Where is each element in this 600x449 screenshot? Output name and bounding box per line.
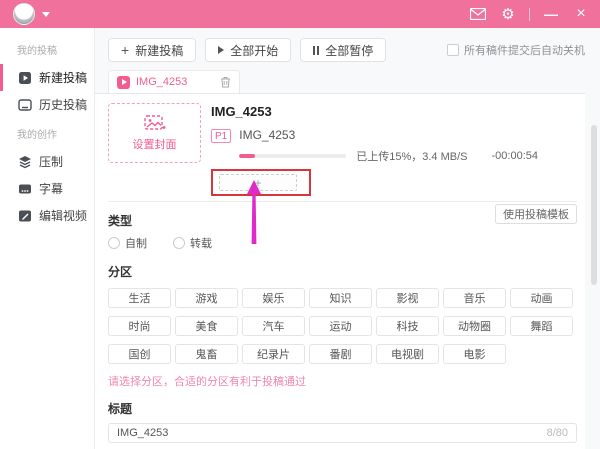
gear-icon[interactable]: ⚙ — [499, 5, 517, 23]
category-button[interactable]: 影视 — [376, 288, 439, 308]
mail-icon[interactable] — [469, 5, 487, 23]
auto-shutdown-option: 所有稿件提交后自动关机 — [447, 42, 585, 58]
plus-icon: + — [121, 42, 130, 58]
avatar-dropdown-caret-icon[interactable] — [42, 11, 50, 17]
category-button[interactable]: 音乐 — [443, 288, 506, 308]
button-label: 全部暂停 — [325, 43, 374, 58]
radio-label: 转载 — [190, 238, 212, 250]
category-button[interactable]: 美食 — [175, 316, 238, 336]
sidebar-item-label: 字幕 — [39, 182, 64, 196]
sidebar-item-label: 新建投稿 — [39, 71, 88, 85]
upload-section: 设置封面 IMG_4253 P1 IMG_4253 已上传15%，3.4 MB/… — [108, 103, 577, 196]
sidebar: 我的投稿 新建投稿 历史投稿 我的创作 压制 字幕 编辑视频 — [0, 28, 95, 449]
sidebar-section-my-submissions: 我的投稿 — [17, 46, 57, 57]
sidebar-item-edit-video[interactable]: 编辑视频 — [0, 202, 94, 229]
part-name: IMG_4253 — [239, 128, 296, 142]
category-button[interactable]: 运动 — [309, 316, 372, 336]
history-icon — [18, 98, 32, 111]
new-submission-icon — [19, 71, 31, 84]
set-cover-button[interactable]: 设置封面 — [108, 103, 201, 163]
auto-shutdown-checkbox[interactable] — [447, 44, 459, 56]
sidebar-item-compress[interactable]: 压制 — [0, 148, 94, 175]
titlebar-divider — [529, 7, 530, 21]
type-radio-option[interactable]: 自制 — [108, 235, 147, 251]
use-template-button[interactable]: 使用投稿模板 — [495, 204, 577, 224]
category-button[interactable]: 电视剧 — [376, 344, 439, 364]
category-button[interactable]: 纪录片 — [242, 344, 305, 364]
time-remaining: -00:00:54 — [491, 150, 538, 162]
part-badge: P1 — [211, 129, 232, 143]
tab-bar: IMG_4253 — [108, 70, 585, 93]
close-button[interactable]: × — [572, 5, 590, 23]
category-button[interactable]: 生活 — [108, 288, 171, 308]
category-button[interactable]: 汽车 — [242, 316, 305, 336]
title-char-counter: 8/80 — [546, 427, 568, 439]
cover-image-icon — [143, 114, 165, 130]
category-button[interactable]: 动物圈 — [443, 316, 506, 336]
edit-video-icon — [19, 210, 31, 221]
play-icon — [218, 46, 225, 54]
upload-speed-text: 已上传15%，3.4 MB/S — [356, 151, 468, 163]
pause-icon — [313, 45, 320, 55]
category-button[interactable]: 国创 — [108, 344, 171, 364]
radio-icon[interactable] — [108, 237, 120, 249]
tab-img-4253[interactable]: IMG_4253 — [108, 70, 240, 93]
type-radio-option[interactable]: 转载 — [173, 235, 212, 251]
pause-all-button[interactable]: 全部暂停 — [300, 38, 387, 62]
annotation-arrow-icon — [247, 180, 261, 244]
upload-progress-fill — [239, 154, 256, 158]
minimize-button[interactable]: — — [542, 5, 560, 23]
sidebar-section-my-creation: 我的创作 — [17, 130, 57, 141]
sidebar-item-new-submission[interactable]: 新建投稿 — [0, 64, 94, 91]
category-button[interactable]: 娱乐 — [242, 288, 305, 308]
set-cover-label: 设置封面 — [132, 138, 177, 151]
category-hint: 请选择分区，合适的分区有利于投稿通过 — [108, 376, 306, 388]
radio-icon[interactable] — [173, 237, 185, 249]
main-panel: + 新建投稿 全部开始 全部暂停 所有稿件提交后自动关机 IMG_4253 设置… — [95, 28, 600, 449]
button-label: 新建投稿 — [135, 43, 184, 58]
submission-form: 设置封面 IMG_4253 P1 IMG_4253 已上传15%，3.4 MB/… — [95, 93, 585, 449]
titlebar: ⚙ — × — [0, 0, 600, 28]
category-button[interactable]: 科技 — [376, 316, 439, 336]
title-input-wrapper: 8/80 — [108, 423, 577, 443]
sidebar-item-label: 压制 — [39, 155, 64, 169]
auto-shutdown-label: 所有稿件提交后自动关机 — [464, 45, 585, 57]
sidebar-item-subtitle[interactable]: 字幕 — [0, 175, 94, 202]
start-all-button[interactable]: 全部开始 — [205, 38, 292, 62]
sidebar-item-label: 历史投稿 — [39, 98, 88, 112]
new-submission-button[interactable]: + 新建投稿 — [108, 38, 197, 62]
category-button[interactable]: 番剧 — [309, 344, 372, 364]
category-button[interactable]: 知识 — [309, 288, 372, 308]
sidebar-item-history[interactable]: 历史投稿 — [0, 91, 94, 118]
video-title: IMG_4253 — [211, 104, 272, 119]
toolbar: + 新建投稿 全部开始 全部暂停 所有稿件提交后自动关机 — [108, 38, 585, 62]
button-label: 全部开始 — [230, 43, 279, 58]
radio-label: 自制 — [125, 238, 147, 250]
category-row: 生活 游戏 娱乐 知识 影视 音乐 动画 — [108, 288, 577, 308]
category-button[interactable]: 电影 — [443, 344, 506, 364]
sidebar-item-label: 编辑视频 — [39, 209, 88, 223]
layers-icon — [19, 155, 31, 168]
category-row: 时尚 美食 汽车 运动 科技 动物圈 舞蹈 — [108, 316, 577, 336]
section-divider: 使用投稿模板 — [108, 201, 577, 224]
title-section-label: 标题 — [108, 402, 133, 416]
category-section-label: 分区 — [108, 265, 133, 279]
category-button[interactable]: 鬼畜 — [175, 344, 238, 364]
category-button[interactable]: 动画 — [510, 288, 573, 308]
scrollbar-thumb[interactable] — [591, 125, 597, 285]
title-input[interactable] — [117, 427, 547, 439]
category-button[interactable]: 舞蹈 — [510, 316, 573, 336]
app-window: ⚙ — × 我的投稿 新建投稿 历史投稿 我的创作 压制 字幕 编辑视频 + 新… — [0, 0, 600, 449]
tab-label: IMG_4253 — [136, 76, 188, 88]
trash-icon[interactable] — [220, 76, 231, 88]
tab-play-icon — [117, 75, 130, 89]
upload-progress-bar — [239, 154, 347, 158]
type-options: 自制 转载 — [108, 235, 577, 251]
subtitle-icon — [19, 184, 31, 193]
category-button[interactable]: 游戏 — [175, 288, 238, 308]
category-button[interactable]: 时尚 — [108, 316, 171, 336]
category-row: 国创 鬼畜 纪录片 番剧 电视剧 电影 — [108, 344, 577, 364]
user-avatar[interactable] — [13, 3, 35, 25]
